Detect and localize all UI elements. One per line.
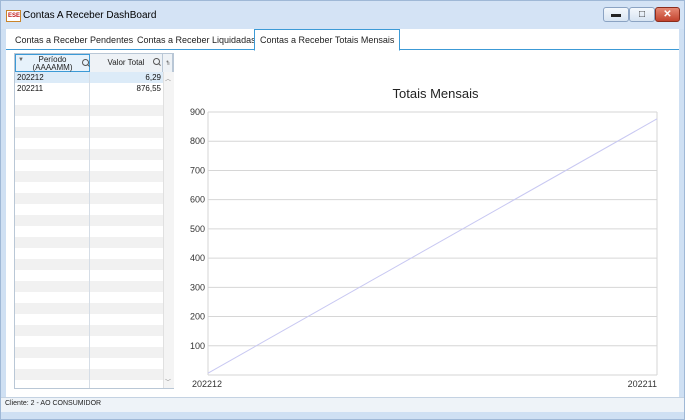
column-title-line2: (AAAAMM)	[32, 63, 73, 72]
main-content: Contas a Receber Pendentes Contas a Rece…	[6, 29, 679, 397]
column-divider	[89, 72, 90, 388]
y-tick-label: 200	[190, 312, 205, 322]
column-header-valor-total[interactable]: ≡ Valor Total	[90, 54, 170, 72]
column-header-periodo[interactable]: ▼ Período (AAAAMM)	[15, 54, 90, 72]
y-tick-label: 700	[190, 165, 205, 175]
totals-grid: ▼ Período (AAAAMM) ≡ Valor Total • 20221…	[14, 53, 174, 389]
minimize-icon: ▬	[611, 9, 621, 20]
y-tick-label: 400	[190, 253, 205, 263]
window-title: Contas A Receber DashBoard	[23, 10, 157, 21]
tab-strip: Contas a Receber Pendentes Contas a Rece…	[6, 29, 679, 51]
y-tick-label: 600	[190, 195, 205, 205]
tab-pendentes[interactable]: Contas a Receber Pendentes	[15, 33, 133, 48]
y-tick-label: 500	[190, 224, 205, 234]
app-window: ESE Contas A Receber DashBoard ▬ □ ✕ Con…	[0, 0, 685, 420]
close-icon: ✕	[663, 9, 672, 20]
grid-header: ▼ Período (AAAAMM) ≡ Valor Total •	[15, 54, 173, 73]
y-tick-label: 800	[190, 136, 205, 146]
tab-liquidadas[interactable]: Contas a Receber Liquidadas	[137, 33, 256, 48]
scroll-up-icon[interactable]: ︿	[165, 74, 171, 83]
scroll-down-icon[interactable]: ﹀	[165, 377, 171, 386]
chart-title: Totais Mensais	[393, 86, 479, 101]
title-bar[interactable]: ESE Contas A Receber DashBoard ▬ □ ✕	[1, 1, 684, 29]
menu-icon[interactable]: •	[166, 59, 168, 66]
x-tick-label: 202212	[192, 379, 222, 389]
app-icon: ESE	[6, 10, 21, 22]
maximize-button[interactable]: □	[629, 7, 655, 22]
cell-valor: 876,55	[136, 84, 161, 93]
maximize-icon: □	[638, 9, 646, 20]
series-line	[207, 118, 658, 374]
cell-periodo: 202212	[17, 73, 44, 82]
y-tick-label: 300	[190, 282, 205, 292]
cell-periodo: 202211	[17, 84, 44, 93]
status-text: Cliente: 2 - AO CONSUMIDOR	[5, 400, 102, 407]
vertical-scrollbar[interactable]: ︿ ﹀	[163, 72, 174, 388]
minimize-button[interactable]: ▬	[603, 7, 629, 22]
search-icon[interactable]	[82, 59, 89, 66]
column-title: Valor Total	[107, 58, 145, 67]
column-chooser[interactable]: •	[163, 54, 173, 72]
y-tick-label: 100	[190, 341, 205, 351]
close-button[interactable]: ✕	[655, 7, 680, 22]
totals-chart: Totais Mensais 100 200 300 400 500 600 700 800 90…	[181, 53, 671, 391]
cell-valor: 6,29	[145, 73, 161, 82]
status-bar: Cliente: 2 - AO CONSUMIDOR	[1, 397, 684, 412]
tab-totais-mensais[interactable]: Contas a Receber Totais Mensais	[254, 29, 401, 51]
search-icon[interactable]	[153, 58, 160, 65]
chart-svg: Totais Mensais 100 200 300 400 500 600 700 800 90…	[190, 86, 658, 389]
sort-icon[interactable]: ▼	[18, 56, 24, 64]
x-tick-label: 202211	[628, 379, 657, 389]
y-tick-label: 900	[190, 107, 205, 117]
